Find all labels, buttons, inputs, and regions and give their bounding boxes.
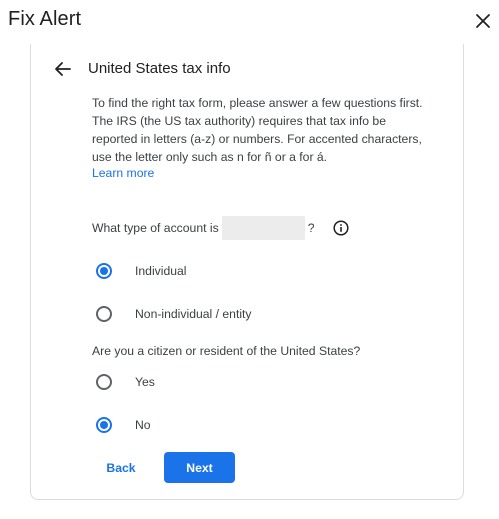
redacted-account-name xyxy=(221,216,305,240)
question-prefix: What type of account is xyxy=(92,221,219,235)
fix-alert-dialog: Fix Alert United States tax info To find… xyxy=(0,0,499,519)
radio-button-selected[interactable] xyxy=(96,263,112,279)
radio-no[interactable]: No xyxy=(96,414,151,436)
info-button[interactable] xyxy=(331,218,351,238)
back-arrow-button[interactable] xyxy=(52,58,74,80)
radio-label: No xyxy=(135,418,151,432)
dialog-title: Fix Alert xyxy=(8,8,82,30)
section-title: United States tax info xyxy=(88,60,231,77)
info-icon xyxy=(333,220,349,236)
radio-label: Individual xyxy=(135,264,187,278)
radio-button[interactable] xyxy=(96,374,112,390)
residency-question: Are you a citizen or resident of the Uni… xyxy=(92,344,361,358)
radio-non-individual[interactable]: Non-individual / entity xyxy=(96,303,252,325)
close-icon xyxy=(476,14,490,28)
question-suffix: ? xyxy=(307,221,315,235)
next-button[interactable]: Next xyxy=(164,452,235,483)
close-button[interactable] xyxy=(470,8,496,34)
radio-button[interactable] xyxy=(96,306,112,322)
radio-label: Yes xyxy=(135,375,155,389)
radio-individual[interactable]: Individual xyxy=(96,260,187,282)
radio-button-selected[interactable] xyxy=(96,417,112,433)
back-button[interactable]: Back xyxy=(95,455,147,481)
learn-more-link[interactable]: Learn more xyxy=(92,166,154,180)
account-type-question: What type of account is ? xyxy=(92,216,315,240)
arrow-back-icon xyxy=(55,62,71,76)
intro-text: To find the right tax form, please answe… xyxy=(92,96,423,164)
radio-label: Non-individual / entity xyxy=(135,307,252,321)
radio-yes[interactable]: Yes xyxy=(96,371,155,393)
